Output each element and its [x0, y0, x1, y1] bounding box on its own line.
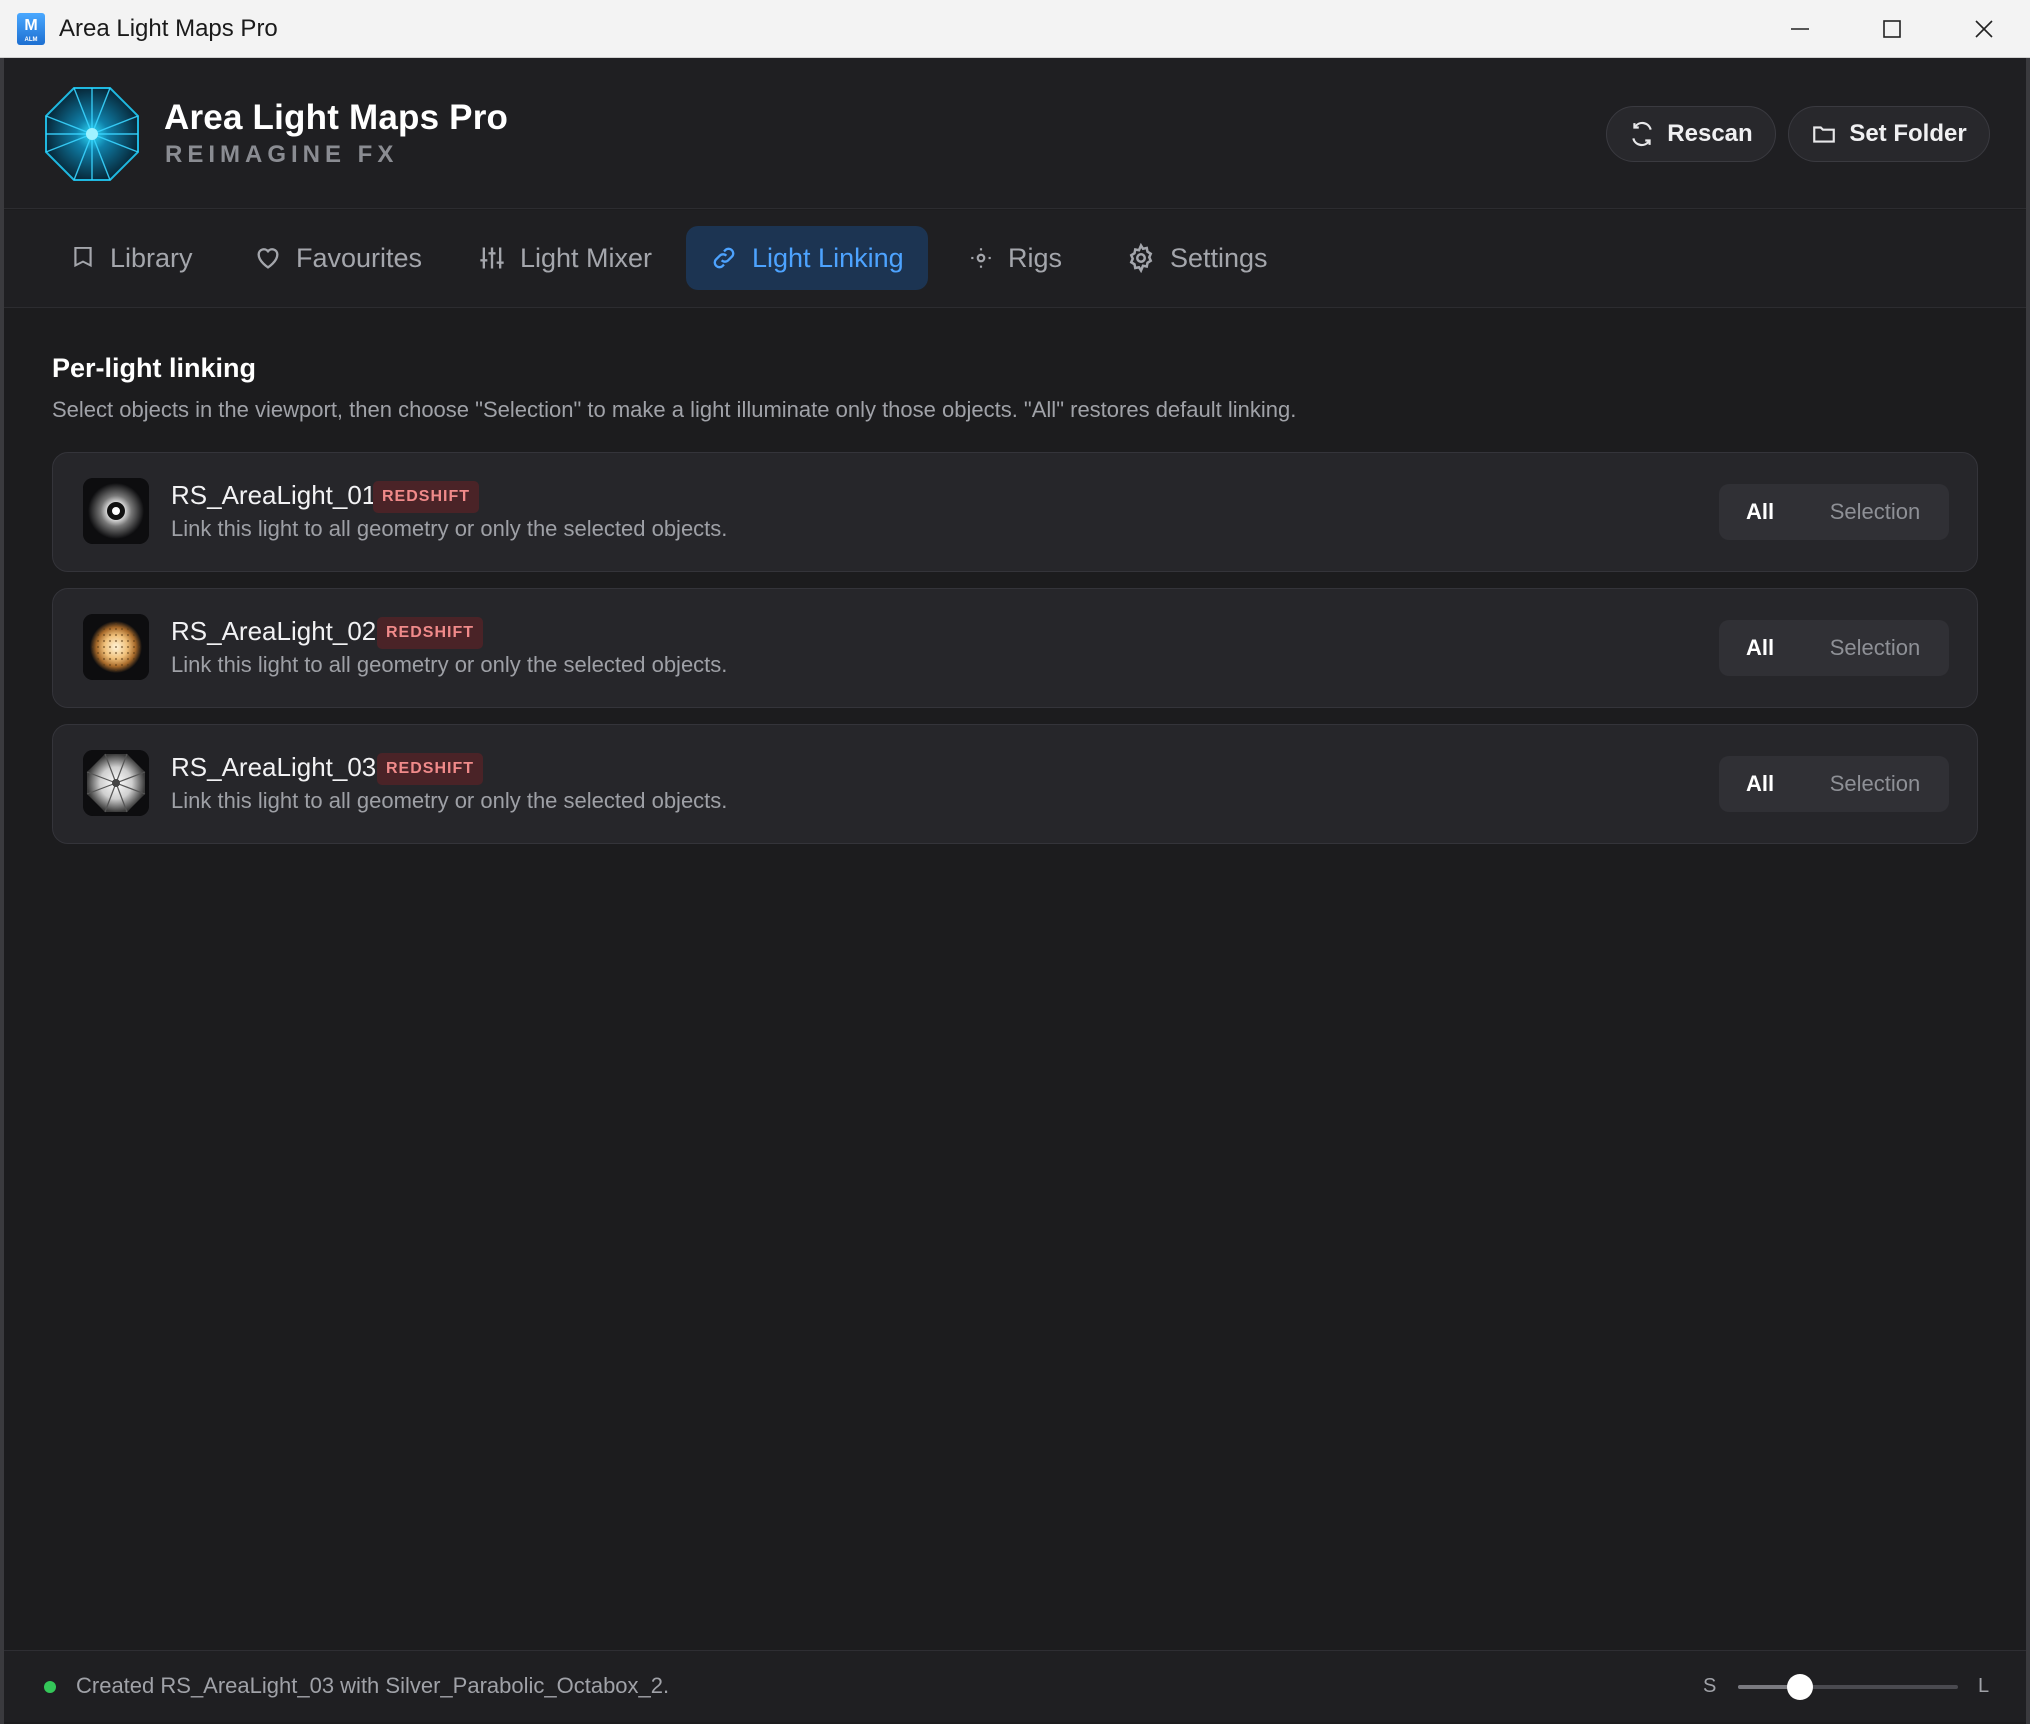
app-icon: M ALM [17, 12, 45, 45]
set-folder-button[interactable]: Set Folder [1788, 106, 1990, 162]
window-titlebar[interactable]: M ALM Area Light Maps Pro [0, 0, 2030, 58]
light-row: RS_AreaLight_02 REDSHIFT Link this light… [52, 588, 1978, 708]
app-name: Area Light Maps Pro [164, 98, 509, 137]
sun-icon [971, 248, 991, 268]
link-selection-option[interactable]: Selection [1801, 771, 1949, 797]
light-thumbnail-honeycomb-icon [83, 614, 149, 680]
tab-label: Rigs [1008, 242, 1063, 273]
bookmark-icon [74, 246, 92, 268]
status-message: Created RS_AreaLight_03 with Silver_Para… [76, 1673, 670, 1698]
app-icon-sub: ALM [24, 36, 38, 43]
tab-light-mixer[interactable]: Light Mixer [454, 226, 676, 290]
tab-light-linking[interactable]: Light Linking [686, 226, 928, 290]
maximize-button[interactable] [1846, 0, 1938, 58]
app-header: Area Light Maps Pro REIMAGINE FX Rescan … [4, 58, 2026, 209]
set-folder-label: Set Folder [1849, 120, 1967, 147]
tab-bar: Library Favourites Light Mixer Light Lin… [4, 210, 2026, 308]
close-button[interactable] [1938, 0, 2030, 58]
renderer-badge: REDSHIFT [377, 753, 483, 785]
tab-favourites[interactable]: Favourites [230, 226, 446, 290]
linking-mode-toggle: All Selection [1719, 756, 1949, 812]
window-controls [1754, 0, 2030, 58]
light-description: Link this light to all geometry or only … [171, 652, 728, 677]
link-icon [713, 247, 735, 269]
light-description: Link this light to all geometry or only … [171, 788, 728, 813]
window-title: Area Light Maps Pro [59, 14, 278, 42]
tab-label: Library [110, 242, 193, 273]
light-row: RS_AreaLight_01 REDSHIFT Link this light… [52, 452, 1978, 572]
slider-handle[interactable] [1786, 1674, 1813, 1700]
link-selection-option[interactable]: Selection [1801, 499, 1949, 525]
renderer-badge: REDSHIFT [377, 617, 483, 649]
light-description: Link this light to all geometry or only … [171, 516, 728, 541]
size-large-label: L [1978, 1675, 1990, 1697]
link-selection-option[interactable]: Selection [1801, 635, 1949, 661]
status-indicator [44, 1681, 56, 1693]
link-all-option[interactable]: All [1719, 499, 1801, 525]
rescan-label: Rescan [1667, 120, 1753, 147]
gear-icon [1129, 243, 1153, 273]
minimize-button[interactable] [1754, 0, 1846, 58]
link-all-option[interactable]: All [1719, 635, 1801, 661]
light-thumbnail-ring-icon [83, 478, 149, 544]
thumbnail-size-slider[interactable] [1738, 1674, 1958, 1700]
tab-settings[interactable]: Settings [1102, 226, 1292, 290]
tab-label: Light Mixer [520, 242, 653, 273]
app-icon-letter: M [24, 16, 38, 34]
sliders-icon [480, 247, 504, 269]
linking-mode-toggle: All Selection [1719, 620, 1949, 676]
linking-mode-toggle: All Selection [1719, 484, 1949, 540]
light-name: RS_AreaLight_03 [171, 752, 377, 782]
renderer-badge: REDSHIFT [373, 481, 479, 513]
light-name: RS_AreaLight_01 [171, 480, 377, 510]
maximize-icon [1883, 20, 1901, 38]
window-edge-right [2026, 58, 2030, 1724]
tab-label: Settings [1170, 242, 1268, 273]
folder-icon [1813, 126, 1836, 143]
tab-label: Light Linking [752, 242, 904, 273]
refresh-icon [1632, 121, 1653, 147]
close-icon [1975, 20, 1993, 38]
section-description: Select objects in the viewport, then cho… [52, 397, 1297, 422]
section-title: Per-light linking [52, 353, 257, 383]
app-subtitle: REIMAGINE FX [165, 141, 399, 168]
minimize-icon [1791, 28, 1809, 30]
light-thumbnail-octabox-icon [83, 750, 149, 816]
light-name: RS_AreaLight_02 [171, 616, 377, 646]
status-bar: Created RS_AreaLight_03 with Silver_Para… [4, 1650, 2026, 1722]
octabox-logo-icon [45, 87, 139, 181]
tab-rigs[interactable]: Rigs [944, 226, 1086, 290]
link-all-option[interactable]: All [1719, 771, 1801, 797]
size-small-label: S [1703, 1675, 1717, 1697]
rescan-button[interactable]: Rescan [1606, 106, 1776, 162]
tab-label: Favourites [296, 242, 423, 273]
tab-library[interactable]: Library [46, 226, 217, 290]
heart-icon [257, 248, 279, 269]
light-row: RS_AreaLight_03 REDSHIFT Link this light… [52, 724, 1978, 844]
